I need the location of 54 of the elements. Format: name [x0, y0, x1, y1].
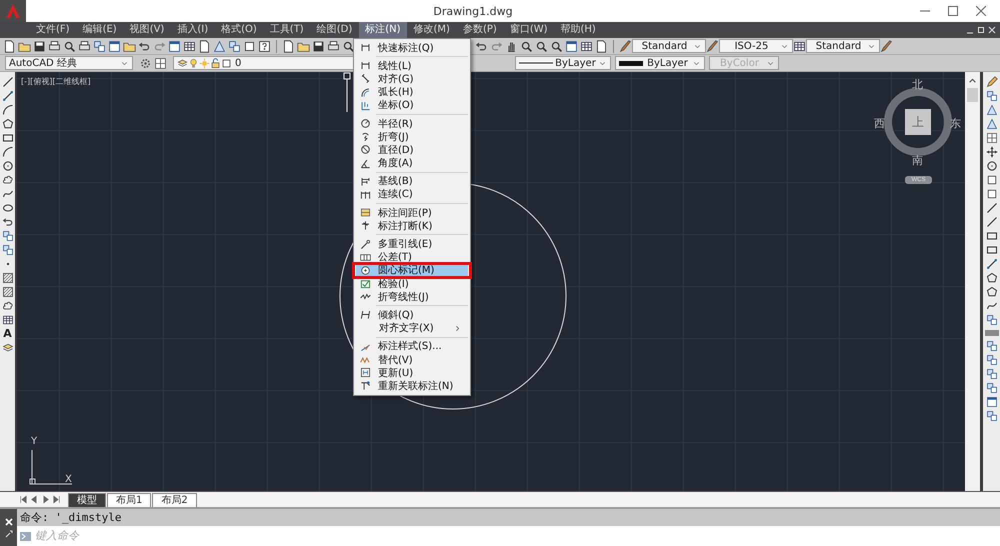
menu-item[interactable]: 标注样式(S)...: [356, 340, 468, 353]
linetype-dropdown[interactable]: ByLayer: [515, 56, 611, 70]
menu-item[interactable]: 对齐文字(X): [356, 322, 468, 335]
layout-tab[interactable]: 布局1: [107, 492, 152, 506]
layout-tab[interactable]: 模型: [68, 492, 106, 506]
menu-item[interactable]: 格式(O): [215, 22, 263, 38]
menu-item[interactable]: 标注(N): [359, 22, 407, 38]
axis-label: Y: [31, 436, 38, 447]
compass-south[interactable]: 南: [912, 153, 923, 168]
menu-item[interactable]: 折弯线性(J): [356, 290, 468, 304]
compass-east[interactable]: 东: [950, 116, 961, 131]
menu-item[interactable]: 直径(D): [356, 143, 468, 156]
menu-item[interactable]: 窗口(W): [504, 22, 554, 38]
compass-north[interactable]: 北: [912, 77, 923, 92]
menu-item[interactable]: 半径(R): [356, 116, 468, 130]
menu-item[interactable]: 倾斜(Q): [356, 308, 468, 322]
menu-item[interactable]: 连续(C): [356, 188, 468, 202]
menu-item[interactable]: 重新关联标注(N): [356, 379, 468, 392]
menu-item[interactable]: 编辑(E): [76, 22, 123, 38]
menu-item[interactable]: 公差(T): [356, 250, 468, 264]
command-input[interactable]: 键入命令: [35, 530, 235, 542]
menu-item[interactable]: 标注打断(K): [356, 219, 468, 232]
menu-item[interactable]: 角度(A): [356, 156, 468, 170]
text-tool[interactable]: A: [3, 328, 12, 340]
menu-item[interactable]: 多重引线(E): [356, 237, 468, 251]
command-history: 命令: '_dimstyle: [17, 509, 1000, 526]
menu-item[interactable]: 标注间距(P): [356, 206, 468, 220]
menu-item[interactable]: 参数(P): [456, 22, 503, 38]
lineweight-dropdown[interactable]: ByLayer: [615, 56, 705, 70]
menu-item[interactable]: 工具(T): [264, 22, 310, 38]
menu-item[interactable]: 检验(I): [356, 277, 468, 290]
menu-item[interactable]: 快速标注(Q): [356, 41, 468, 54]
workspace-dropdown[interactable]: AutoCAD 经典: [5, 56, 133, 70]
table-style-dropdown[interactable]: Standard: [806, 39, 880, 53]
menu-item[interactable]: 基线(B): [356, 174, 468, 188]
menu-item[interactable]: 绘图(D): [310, 22, 358, 38]
compass-west[interactable]: 西: [874, 116, 885, 131]
menu-item[interactable]: 帮助(H): [554, 22, 602, 38]
menu-item[interactable]: 对齐(G): [356, 72, 468, 86]
menu-item[interactable]: 修改(M): [408, 22, 456, 38]
layout-tab[interactable]: 布局2: [152, 492, 197, 506]
viewport-label[interactable]: [-][俯视][二维线框]: [21, 76, 91, 87]
menu-item[interactable]: 坐标(O): [356, 98, 468, 112]
menu-item[interactable]: 折弯(J): [356, 130, 468, 144]
menu-item[interactable]: 替代(V): [356, 352, 468, 366]
menu-item[interactable]: 视图(V): [124, 22, 170, 38]
menu-item[interactable]: 更新(U): [356, 366, 468, 380]
axis-label: X: [65, 474, 72, 485]
menu-item[interactable]: 插入(I): [171, 22, 214, 38]
text-style-dropdown[interactable]: Standard: [632, 39, 706, 53]
menu-item[interactable]: 弧长(H): [356, 86, 468, 99]
menu-item[interactable]: 文件(F): [30, 22, 76, 38]
window-title: Drawing1.dwg: [432, 4, 514, 18]
dimension-style-dropdown[interactable]: ISO-25: [719, 39, 793, 53]
